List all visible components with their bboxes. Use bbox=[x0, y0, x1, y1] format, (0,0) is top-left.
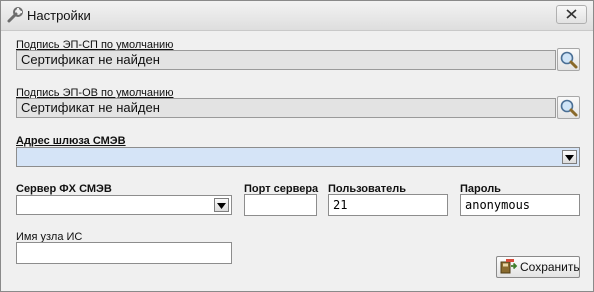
settings-dialog: Настройки Подпись ЭП-СП по умолчанию Сер… bbox=[0, 0, 594, 292]
close-icon bbox=[566, 8, 577, 22]
tools-icon bbox=[6, 6, 24, 24]
gateway-label: Адрес шлюза СМЭВ bbox=[16, 135, 126, 147]
triangle-down-icon bbox=[217, 198, 226, 212]
magnifier-icon bbox=[558, 51, 579, 73]
sign-ov-search-button[interactable] bbox=[557, 96, 580, 119]
save-icon bbox=[500, 258, 518, 277]
sign-ov-field: Сертификат не найден bbox=[16, 98, 556, 118]
server-label: Сервер ФХ СМЭВ bbox=[16, 183, 112, 195]
server-dropdown-button[interactable] bbox=[214, 198, 229, 212]
server-combobox[interactable] bbox=[16, 195, 232, 215]
node-input[interactable] bbox=[16, 242, 232, 264]
sign-sp-search-button[interactable] bbox=[557, 48, 580, 71]
port-input[interactable] bbox=[244, 194, 317, 216]
gateway-combobox[interactable] bbox=[16, 147, 580, 167]
title-bar[interactable]: Настройки bbox=[1, 1, 593, 31]
user-input[interactable]: 21 bbox=[328, 194, 448, 216]
gateway-dropdown-button[interactable] bbox=[562, 150, 577, 164]
window-title: Настройки bbox=[27, 8, 91, 23]
password-input[interactable]: anonymous bbox=[460, 194, 580, 216]
close-button[interactable] bbox=[556, 5, 587, 24]
triangle-down-icon bbox=[565, 150, 574, 164]
magnifier-icon bbox=[558, 99, 579, 121]
save-button-label: Сохранить bbox=[520, 260, 580, 274]
sign-sp-field: Сертификат не найден bbox=[16, 50, 556, 70]
save-button[interactable]: Сохранить bbox=[496, 256, 580, 278]
